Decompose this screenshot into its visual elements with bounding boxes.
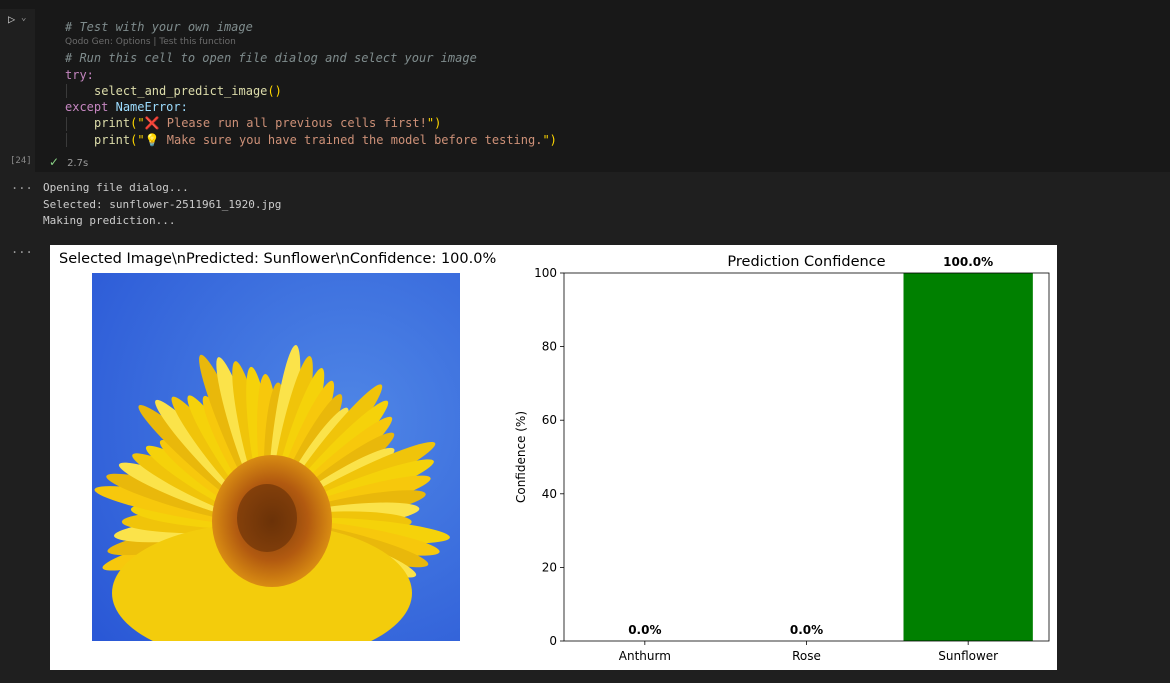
cell-output-text: Opening file dialog... Selected: sunflowe… [43,180,281,230]
output-menu-icon-2[interactable]: ... [11,242,33,256]
output-menu-icon[interactable]: ... [11,178,33,192]
code-text: Please run all previous cells first! [159,116,427,131]
y-axis-label: Confidence (%) [514,411,528,503]
output-figure: Selected Image\nPredicted: Sunflower\nCo… [50,245,1057,670]
code-open: (" [130,116,145,131]
y-tick-label: 80 [542,340,557,354]
code-line: print("💡 Make sure you have trained the … [65,132,557,148]
bar-value-label: 0.0% [790,623,823,637]
execution-time: 2.7s [67,158,89,169]
x-tick-label: Anthurm [619,649,671,663]
code-editor[interactable]: # Test with your own image Qodo Gen: Opti… [65,19,557,148]
output-line: Opening file dialog... [43,181,189,194]
code-fn: select_and_predict_image [94,83,268,98]
code-line[interactable]: Qodo Gen: Options | Test this function [65,35,557,50]
code-text: Qodo Gen: Options | Test this function [65,37,236,48]
output-line: Making prediction... [43,214,176,228]
confidence-chart: 0.0% Anthurm 0.0% Rose 100.0% Sunflower 0 20 40 6… [514,254,1050,663]
chart-title: Prediction Confidence [727,254,885,270]
x-tick-label: Sunflower [938,649,998,663]
check-icon: ✓ [49,155,60,169]
bar-value-label: 0.0% [628,623,661,637]
y-tick-label: 60 [542,413,557,427]
code-line: except NameError: [65,99,557,115]
code-close: ") [542,132,557,147]
run-cell-button[interactable]: ▷ ⌄ [8,12,32,26]
chevron-down-icon[interactable]: ⌄ [21,13,26,23]
bar-value-label: 100.0% [943,255,993,269]
code-kw: except [65,100,109,115]
code-close: ") [426,116,442,131]
play-icon[interactable]: ▷ [8,12,15,26]
code-emoji: ❌ [144,116,160,131]
code-name: NameError: [115,100,188,115]
output-line: Selected: sunflower-2511961_1920.jpg [43,197,282,211]
code-open: (" [130,132,145,147]
execution-count: [24] [10,156,32,166]
code-text: # Run this cell to open file dialog and … [65,51,477,66]
x-tick-label: Rose [792,649,821,663]
code-fn: print [94,116,131,131]
code-line: try: [65,67,557,83]
code-line: # Test with your own image [65,19,557,35]
top-strip [0,0,1170,9]
indent-guide [66,116,94,131]
y-tick-label: 40 [542,487,557,501]
code-text: Make sure you have trained the model bef… [159,132,543,147]
code-fn: print [94,132,131,147]
execution-status: ✓ 2.7s [49,155,88,169]
code-line: print("❌ Please run all previous cells f… [65,115,557,131]
code-line: select_and_predict_image() [65,83,557,99]
chart-bar [903,273,1033,641]
y-tick-label: 100 [534,266,557,280]
y-tick-label: 0 [549,634,557,648]
indent-guide [66,84,94,99]
code-line: # Run this cell to open file dialog and … [65,50,557,66]
indent-guide [66,133,94,148]
code-text: # Test with your own image [65,20,253,34]
code-args: () [267,83,282,98]
code-emoji: 💡 [144,132,160,147]
y-tick-label: 20 [542,560,557,574]
code-text: try: [65,67,94,82]
